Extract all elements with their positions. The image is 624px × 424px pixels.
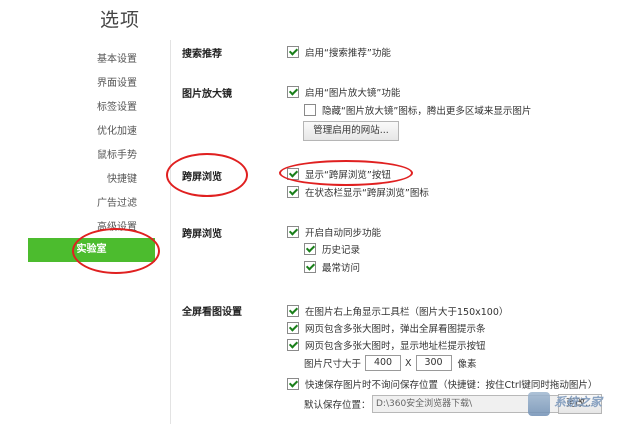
checkbox-checked-icon[interactable] [287, 86, 299, 98]
checkbox-checked-icon[interactable] [287, 339, 299, 351]
option-label: 显示“跨屏浏览”按钮 [305, 170, 391, 181]
checkbox-unchecked-icon[interactable] [304, 104, 316, 116]
option-hide-magnifier-icon[interactable]: 隐藏“图片放大镜”图标，腾出更多区域来显示图片 [304, 103, 531, 117]
section-title-fullscreen: 全屏看图设置 [182, 307, 242, 318]
option-enable-magnifier[interactable]: 启用“图片放大镜”功能 [287, 85, 400, 99]
option-label: 历史记录 [322, 245, 361, 256]
option-label: 最常访问 [322, 263, 361, 274]
sidebar-item-lab[interactable]: 实验室 [28, 238, 155, 262]
checkbox-checked-icon[interactable] [287, 378, 299, 390]
checkbox-checked-icon[interactable] [287, 186, 299, 198]
size-unit: 像素 [457, 359, 477, 370]
default-save-location-label: 默认保存位置： [304, 400, 371, 411]
sidebar-item-shortcuts[interactable]: 快捷键 [0, 169, 137, 191]
section-title-magnifier: 图片放大镜 [182, 89, 232, 100]
option-label: 网页包含多张大图时，弹出全屏看图提示条 [305, 324, 486, 335]
option-show-cross-screen-button[interactable]: 显示“跨屏浏览”按钮 [287, 167, 391, 181]
sidebar-item-optimize[interactable]: 优化加速 [0, 121, 137, 143]
option-toolbar-on-image[interactable]: 在图片右上角显示工具栏（图片大于150x100） [287, 304, 508, 318]
watermark-logo: 系统之家 [528, 390, 620, 420]
sidebar-item-interface[interactable]: 界面设置 [0, 73, 137, 95]
page-title: 选项 [100, 9, 141, 31]
option-sync-most-visited[interactable]: 最常访问 [304, 260, 360, 274]
option-fullscreen-tip-bar[interactable]: 网页包含多张大图时，弹出全屏看图提示条 [287, 321, 486, 335]
option-label: 在图片右上角显示工具栏（图片大于150x100） [305, 307, 509, 318]
option-sync-history[interactable]: 历史记录 [304, 242, 360, 256]
section-title-sync: 跨屏浏览 [182, 229, 222, 240]
option-label: 启用“搜索推荐”功能 [305, 48, 391, 59]
checkbox-checked-icon[interactable] [287, 46, 299, 58]
checkbox-checked-icon[interactable] [287, 305, 299, 317]
checkbox-checked-icon[interactable] [287, 226, 299, 238]
image-height-input[interactable]: 300 [415, 355, 452, 371]
option-label: 网页包含多张大图时，显示地址栏提示按钮 [305, 341, 486, 352]
size-separator: X [405, 357, 412, 369]
image-size-row: 图片尺寸大于 400 X 300 像素 [304, 355, 477, 371]
sidebar-item-adblock[interactable]: 广告过滤 [0, 193, 137, 215]
checkbox-checked-icon[interactable] [304, 261, 316, 273]
sidebar-item-tabs[interactable]: 标签设置 [0, 97, 137, 119]
sidebar-item-basic[interactable]: 基本设置 [0, 49, 137, 71]
section-title-search-recommend: 搜索推荐 [182, 49, 222, 60]
sidebar-divider [170, 40, 171, 424]
sidebar: 基本设置 界面设置 标签设置 优化加速 鼠标手势 快捷键 广告过滤 高级设置 实… [0, 40, 170, 424]
option-quick-save-no-ask[interactable]: 快速保存图片时不询问保存位置（快捷键：按住Ctrl键同时拖动图片） [287, 377, 597, 391]
checkbox-checked-icon[interactable] [304, 243, 316, 255]
option-label: 开启自动同步功能 [305, 228, 382, 239]
checkbox-checked-icon[interactable] [287, 168, 299, 180]
option-label: 在状态栏显示“跨屏浏览”图标 [305, 188, 429, 199]
sidebar-item-gestures[interactable]: 鼠标手势 [0, 145, 137, 167]
image-width-input[interactable]: 400 [365, 355, 402, 371]
watermark-logo-icon [528, 392, 550, 416]
section-title-cross-screen: 跨屏浏览 [182, 172, 222, 183]
option-enable-auto-sync[interactable]: 开启自动同步功能 [287, 225, 381, 239]
watermark-text: 系统之家 [554, 395, 603, 409]
option-label: 启用“图片放大镜”功能 [305, 88, 401, 99]
option-statusbar-cross-screen-icon[interactable]: 在状态栏显示“跨屏浏览”图标 [287, 185, 429, 199]
option-addressbar-tip-button[interactable]: 网页包含多张大图时，显示地址栏提示按钮 [287, 338, 486, 352]
image-size-label: 图片尺寸大于 [304, 359, 362, 370]
option-label: 快速保存图片时不询问保存位置（快捷键：按住Ctrl键同时拖动图片） [305, 380, 598, 391]
sidebar-item-advanced[interactable]: 高级设置 [0, 217, 137, 239]
manage-sites-button[interactable]: 管理启用的网站... [303, 121, 399, 141]
option-label: 隐藏“图片放大镜”图标，腾出更多区域来显示图片 [322, 106, 532, 117]
checkbox-checked-icon[interactable] [287, 322, 299, 334]
option-enable-search-recommend[interactable]: 启用“搜索推荐”功能 [287, 45, 391, 59]
